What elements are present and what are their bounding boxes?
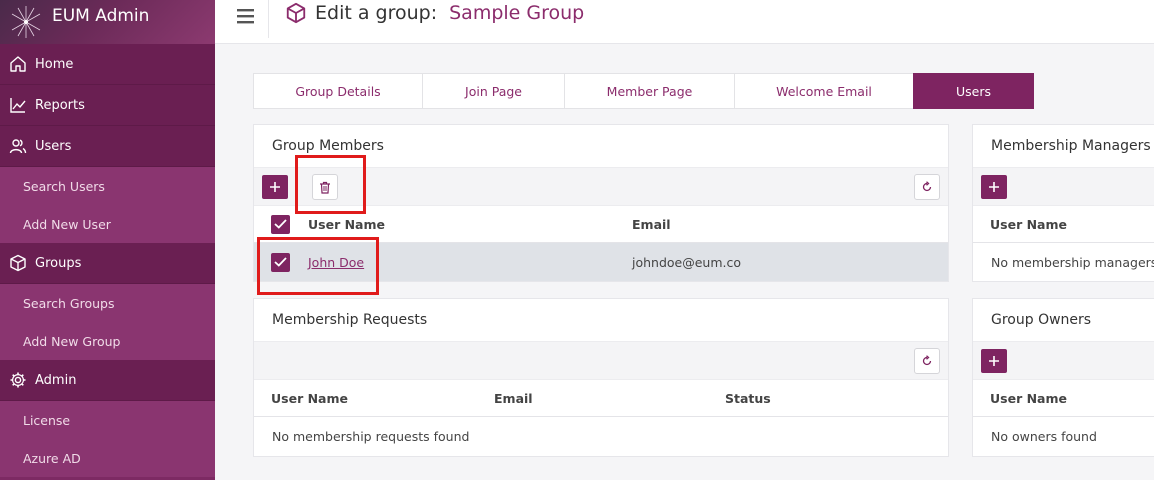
membership-managers-panel: Membership Managers User Name No members…	[972, 124, 1154, 282]
column-header-user-name[interactable]: User Name	[990, 217, 1067, 232]
header-divider	[268, 0, 269, 38]
group-members-title: Group Members	[254, 125, 948, 168]
column-header-status[interactable]: Status	[725, 391, 771, 406]
gear-icon	[8, 370, 28, 390]
sidebar: EUM Admin Home Reports Users Search Users Ad…	[0, 0, 215, 480]
plus-icon	[989, 182, 999, 192]
page-title-group-name: Sample Group	[449, 2, 585, 24]
sidebar-subitem-license[interactable]: License	[0, 401, 215, 439]
users-icon	[8, 136, 28, 156]
sidebar-subitem-azure-ad[interactable]: Azure AD	[0, 439, 215, 477]
page-title: Edit a group: Sample Group	[285, 2, 584, 24]
check-icon	[274, 219, 287, 229]
logo-icon	[11, 6, 41, 38]
membership-requests-empty-message: No membership requests found	[272, 428, 470, 444]
column-header-user-name[interactable]: User Name	[308, 217, 385, 232]
sidebar-item-label: Search Groups	[23, 295, 115, 311]
sidebar-item-label: Add New User	[23, 216, 111, 232]
tab-group-details[interactable]: Group Details	[253, 73, 422, 109]
membership-requests-panel: Membership Requests User Name Email Stat…	[253, 298, 949, 457]
membership-managers-toolbar	[973, 168, 1154, 206]
top-header: Edit a group: Sample Group	[215, 0, 1154, 44]
sidebar-nav: Home Reports Users Search Users Add New User…	[0, 44, 215, 477]
group-owners-title: Group Owners	[973, 299, 1154, 342]
sidebar-item-label: Groups	[35, 255, 82, 271]
delete-member-button[interactable]	[312, 174, 338, 200]
membership-requests-table-header: User Name Email Status	[254, 380, 948, 417]
group-members-table-header: User Name Email	[254, 206, 948, 243]
sidebar-item-label: Reports	[35, 97, 85, 113]
group-owners-table-header: User Name	[973, 380, 1154, 417]
user-email: johndoe@eum.co	[632, 254, 742, 270]
user-name-link[interactable]: John Doe	[308, 255, 364, 270]
cube-icon	[286, 2, 306, 24]
home-icon	[8, 54, 28, 74]
sidebar-item-label: Users	[35, 138, 72, 154]
group-owners-empty-message: No owners found	[991, 428, 1097, 444]
reports-icon	[8, 95, 28, 115]
brand-header: EUM Admin	[0, 0, 215, 44]
sidebar-item-users[interactable]: Users	[0, 126, 215, 167]
sidebar-item-home[interactable]: Home	[0, 44, 215, 85]
group-owners-toolbar	[973, 342, 1154, 380]
page-title-prefix: Edit a group:	[315, 2, 438, 24]
check-icon	[274, 257, 287, 267]
sidebar-item-groups[interactable]: Groups	[0, 243, 215, 284]
sidebar-item-label: Admin	[35, 372, 77, 388]
sidebar-item-admin[interactable]: Admin	[0, 360, 215, 401]
plus-icon	[989, 356, 999, 366]
plus-icon	[270, 182, 280, 192]
sidebar-subitem-search-groups[interactable]: Search Groups	[0, 284, 215, 322]
group-members-panel: Group Members User Name Email John Doe j…	[253, 124, 949, 282]
refresh-requests-button[interactable]	[914, 348, 940, 374]
tab-users[interactable]: Users	[913, 73, 1034, 109]
table-row[interactable]: John Doe johndoe@eum.co	[254, 243, 948, 281]
tab-bar: Group Details Join Page Member Page Welcome…	[253, 73, 1034, 109]
refresh-icon	[922, 181, 932, 192]
add-manager-button[interactable]	[981, 175, 1007, 199]
row-checkbox[interactable]	[271, 252, 290, 272]
refresh-icon	[922, 355, 932, 366]
membership-requests-title: Membership Requests	[254, 299, 948, 342]
sidebar-item-label: Add New Group	[23, 333, 121, 349]
add-owner-button[interactable]	[981, 349, 1007, 373]
refresh-members-button[interactable]	[914, 174, 940, 200]
add-member-button[interactable]	[262, 175, 288, 199]
sidebar-item-label: License	[23, 412, 71, 428]
group-members-toolbar	[254, 168, 948, 206]
app-title: EUM Admin	[52, 6, 150, 26]
sidebar-subitem-search-users[interactable]: Search Users	[0, 167, 215, 205]
cube-icon	[8, 253, 28, 273]
sidebar-subitem-add-new-group[interactable]: Add New Group	[0, 322, 215, 360]
membership-managers-title: Membership Managers	[973, 125, 1154, 168]
sidebar-item-label: Search Users	[23, 178, 105, 194]
membership-managers-empty-message: No membership managers fo	[991, 254, 1154, 270]
membership-requests-toolbar	[254, 342, 948, 380]
sidebar-subitem-add-new-user[interactable]: Add New User	[0, 205, 215, 243]
tab-welcome-email[interactable]: Welcome Email	[734, 73, 913, 109]
select-all-checkbox[interactable]	[271, 214, 290, 234]
trash-icon	[320, 181, 330, 194]
column-header-email[interactable]: Email	[632, 217, 671, 232]
sidebar-item-label: Azure AD	[23, 450, 81, 466]
column-header-email[interactable]: Email	[494, 391, 533, 406]
tab-member-page[interactable]: Member Page	[564, 73, 734, 109]
tab-join-page[interactable]: Join Page	[422, 73, 564, 109]
column-header-user-name[interactable]: User Name	[271, 391, 348, 406]
group-owners-panel: Group Owners User Name No owners found	[972, 298, 1154, 457]
sidebar-item-reports[interactable]: Reports	[0, 85, 215, 126]
membership-managers-table-header: User Name	[973, 206, 1154, 243]
hamburger-menu-icon[interactable]	[235, 5, 257, 27]
column-header-user-name[interactable]: User Name	[990, 391, 1067, 406]
sidebar-item-label: Home	[35, 56, 74, 72]
